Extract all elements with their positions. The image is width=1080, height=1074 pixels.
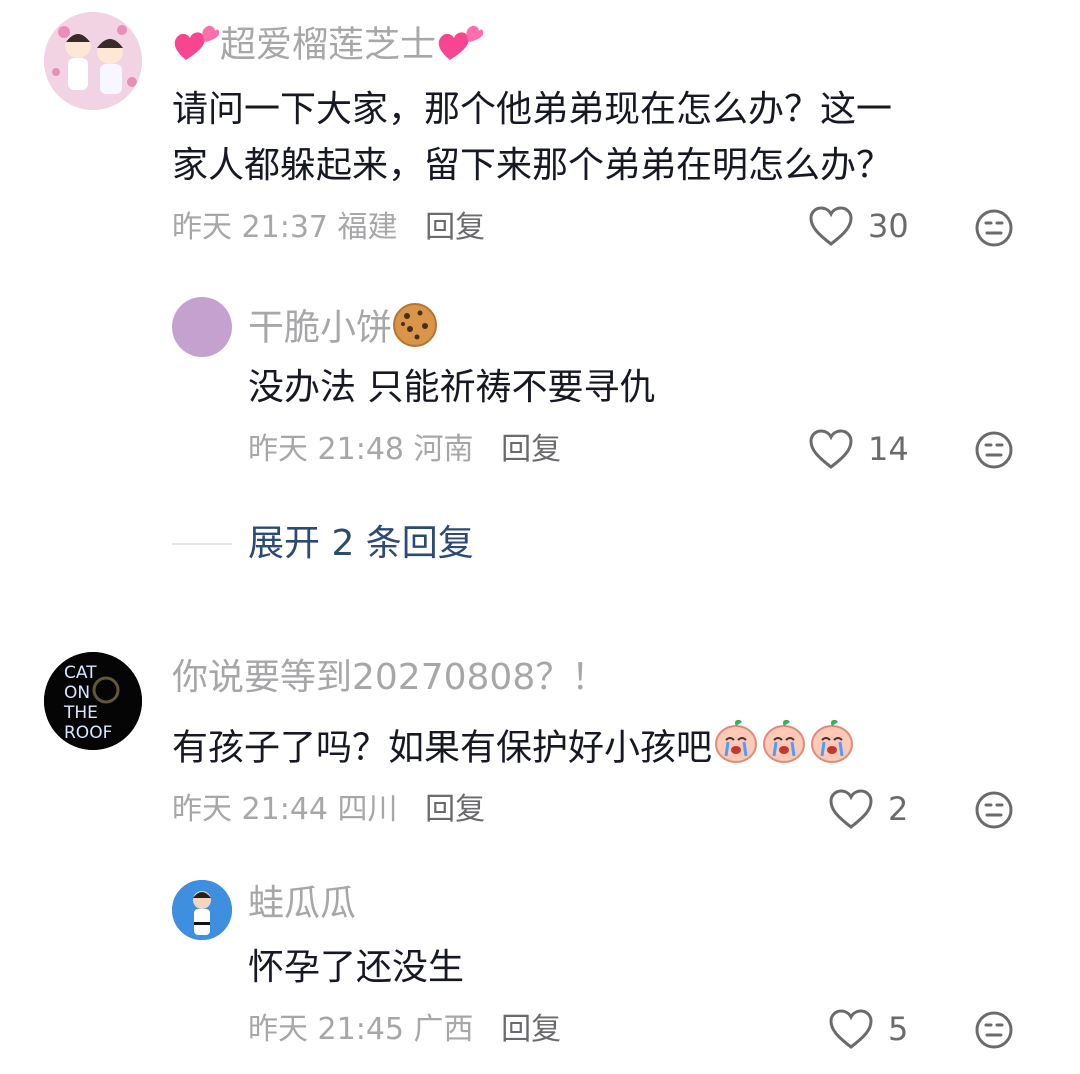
like-button[interactable]: 5 — [828, 1008, 908, 1050]
heart-icon — [829, 1009, 873, 1049]
two-hearts-icon — [172, 20, 220, 73]
like-button[interactable]: 30 — [808, 205, 909, 247]
svg-text:THE: THE — [63, 703, 98, 723]
reply-button[interactable]: 回复 — [501, 1012, 561, 1047]
comment-username[interactable]: 你说要等到20270808？！ — [172, 658, 607, 698]
heart-icon — [809, 206, 853, 246]
reply-username[interactable]: 蛙瓜瓜 — [248, 884, 356, 924]
like-button[interactable]: 2 — [828, 788, 908, 830]
heart-icon — [809, 429, 853, 469]
like-button[interactable]: 14 — [808, 428, 909, 470]
emoji-reaction-button[interactable] — [974, 790, 1014, 834]
heart-icon — [829, 789, 873, 829]
timestamp: 昨天 21:44 — [172, 792, 328, 827]
like-count: 2 — [888, 790, 909, 828]
emoji-icon — [975, 1011, 1013, 1049]
reply-text: 怀孕了还没生 — [248, 947, 465, 988]
svg-text:ROOF: ROOF — [64, 723, 112, 743]
reply-text: 没办法 只能祈祷不要寻仇 — [248, 367, 656, 408]
crying-peach-icon — [808, 718, 856, 781]
comment-meta: 昨天 21:37 福建 回复 — [172, 210, 485, 246]
emoji-reaction-button[interactable] — [974, 430, 1014, 474]
like-count: 5 — [888, 1010, 909, 1048]
avatar[interactable]: CAT ON THE ROOF — [44, 652, 142, 750]
svg-text:CAT: CAT — [64, 663, 97, 683]
cookie-icon — [392, 302, 438, 357]
reply-button[interactable]: 回复 — [425, 792, 485, 827]
avatar-logo: CAT ON THE ROOF — [44, 652, 142, 750]
svg-text:ON: ON — [64, 683, 90, 703]
like-count: 30 — [868, 207, 909, 245]
expand-divider — [172, 543, 232, 545]
comment-username[interactable]: 超爱榴莲芝士 — [172, 20, 484, 73]
avatar-illustration — [172, 880, 232, 940]
reply-button[interactable]: 回复 — [501, 432, 561, 467]
emoji-icon — [975, 791, 1013, 829]
comment-text-line: 家人都躲起来，留下来那个弟弟在明怎么办？ — [172, 145, 893, 186]
avatar-illustration — [44, 12, 142, 110]
location: 广西 — [413, 1012, 474, 1047]
avatar[interactable] — [172, 880, 232, 940]
location: 河南 — [413, 432, 474, 467]
emoji-icon — [975, 431, 1013, 469]
comment-text-line: 请问一下大家，那个他弟弟现在怎么办？这一 — [172, 89, 893, 130]
username-text: 超爱榴莲芝士 — [220, 24, 437, 66]
crying-peach-icon — [760, 718, 808, 781]
reply-meta: 昨天 21:48 河南 回复 — [248, 432, 561, 468]
timestamp: 昨天 21:37 — [172, 210, 328, 245]
comment-meta: 昨天 21:44 四川 回复 — [172, 792, 485, 828]
avatar[interactable] — [172, 297, 232, 357]
reply-username[interactable]: 干脆小饼 — [248, 302, 438, 357]
like-count: 14 — [868, 430, 909, 468]
timestamp: 昨天 21:45 — [248, 1012, 404, 1047]
reply-button[interactable]: 回复 — [425, 210, 485, 245]
emoji-reaction-button[interactable] — [974, 208, 1014, 252]
username-text: 干脆小饼 — [248, 307, 393, 349]
comment-text-line: 有孩子了吗？如果有保护好小孩吧 — [172, 727, 713, 769]
reply-meta: 昨天 21:45 广西 回复 — [248, 1012, 561, 1048]
comment-text: 有孩子了吗？如果有保护好小孩吧 — [172, 718, 856, 781]
location: 四川 — [337, 792, 398, 827]
comment-text: 请问一下大家，那个他弟弟现在怎么办？这一 家人都躲起来，留下来那个弟弟在明怎么办… — [172, 82, 892, 194]
two-hearts-icon — [436, 20, 484, 73]
expand-replies-button[interactable]: 展开 2 条回复 — [248, 524, 474, 564]
avatar[interactable] — [44, 12, 142, 110]
crying-peach-icon — [712, 718, 760, 781]
emoji-reaction-button[interactable] — [974, 1010, 1014, 1054]
emoji-icon — [975, 209, 1013, 247]
location: 福建 — [337, 210, 398, 245]
timestamp: 昨天 21:48 — [248, 432, 404, 467]
